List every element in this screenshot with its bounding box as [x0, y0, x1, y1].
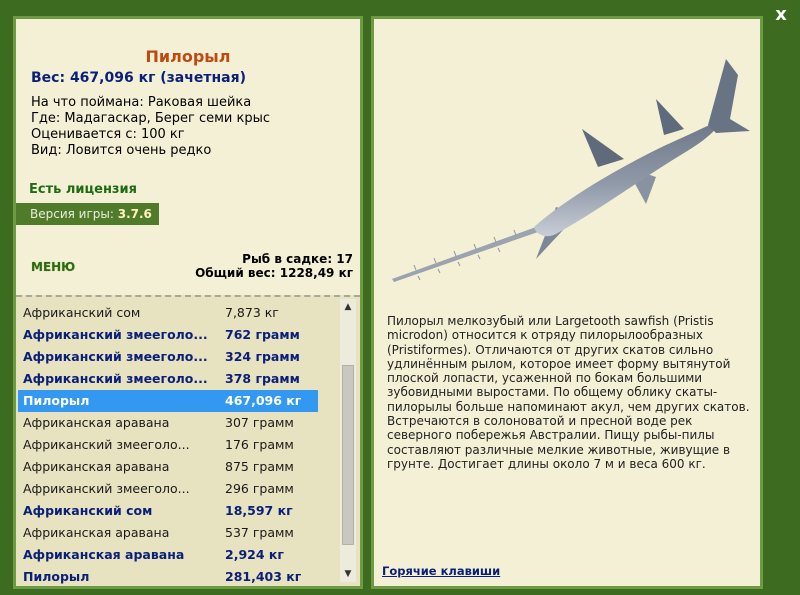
- catch-fish-weight: 324 грамм: [225, 349, 300, 364]
- chevron-up-icon: ▲: [344, 302, 352, 312]
- catch-fish-weight: 537 грамм: [225, 525, 294, 540]
- chevron-down-icon: ▼: [344, 569, 352, 579]
- catch-fish-name: Пилорыл: [23, 569, 90, 584]
- scroll-down-button[interactable]: ▼: [340, 566, 356, 582]
- fish-description-panel: Пилорыл мелкозубый или Largetooth sawfis…: [371, 16, 763, 589]
- catch-row[interactable]: Пилорыл 281,403 кг: [18, 566, 318, 586]
- fish-info-panel: Пилорыл Вес: 467,096 кг (зачетная) На чт…: [13, 16, 363, 589]
- catch-row[interactable]: Пилорыл 467,096 кг: [18, 390, 318, 412]
- catch-row[interactable]: Африканская аравана 875 грамм: [18, 456, 318, 478]
- catch-fish-name: Африканский змееголо...: [23, 327, 208, 342]
- bait-info: На что поймана: Раковая шейка: [31, 95, 252, 110]
- catch-row[interactable]: Африканский змееголо... 176 грамм: [18, 434, 318, 456]
- catch-row[interactable]: Африканский змееголо... 378 грамм: [18, 368, 318, 390]
- fish-details: Пилорыл Вес: 467,096 кг (зачетная) На чт…: [16, 19, 360, 295]
- catch-fish-name: Африканский змееголо...: [23, 437, 190, 452]
- catch-fish-weight: 176 грамм: [225, 437, 294, 452]
- catch-fish-name: Африканская аравана: [23, 547, 185, 562]
- rarity-info: Вид: Ловится очень редко: [31, 143, 212, 158]
- catch-fish-name: Африканская аравана: [23, 459, 170, 474]
- list-scrollbar[interactable]: ▲ ▼: [340, 299, 356, 582]
- catch-fish-weight: 467,096 кг: [225, 393, 302, 408]
- location-info: Где: Мадагаскар, Берег семи крыс: [31, 111, 271, 126]
- catch-fish-weight: 296 грамм: [225, 481, 294, 496]
- catch-row[interactable]: Африканский сом 18,597 кг: [18, 500, 318, 522]
- catch-row[interactable]: Африканский сом 7,873 кг: [18, 302, 318, 324]
- version-bar: Версия игры: 3.7.6: [16, 203, 159, 225]
- scroll-up-button[interactable]: ▲: [340, 299, 356, 315]
- license-status: Есть лицензия: [29, 182, 137, 197]
- hotkeys-link[interactable]: Горячие клавиши: [382, 564, 500, 578]
- value-info: Оценивается с: 100 кг: [31, 127, 185, 142]
- catch-row[interactable]: Африканская аравана 537 грамм: [18, 522, 318, 544]
- catch-row[interactable]: Африканский змееголо... 324 грамм: [18, 346, 318, 368]
- fish-name: Пилорыл: [145, 47, 231, 66]
- catch-row[interactable]: Африканский змееголо... 296 грамм: [18, 478, 318, 500]
- catch-fish-weight: 378 грамм: [225, 371, 300, 386]
- catch-fish-weight: 762 грамм: [225, 327, 300, 342]
- fish-description: Пилорыл мелкозубый или Largetooth sawfis…: [387, 314, 750, 471]
- catch-fish-name: Африканская аравана: [23, 415, 170, 430]
- catch-fish-name: Пилорыл: [23, 393, 90, 408]
- catch-list: Африканский сом 7,873 кг Африканский змеег…: [16, 295, 360, 586]
- catch-row[interactable]: Африканский змееголо... 762 грамм: [18, 324, 318, 346]
- catch-row[interactable]: Африканская аравана 2,924 кг: [18, 544, 318, 566]
- menu-button[interactable]: МЕНЮ: [31, 260, 75, 274]
- catch-fish-name: Африканский змееголо...: [23, 371, 208, 386]
- close-button[interactable]: x: [770, 4, 792, 26]
- total-weight: Общий вес: 1228,49 кг: [195, 266, 353, 280]
- catch-fish-weight: 18,597 кг: [225, 503, 293, 518]
- catch-fish-weight: 7,873 кг: [225, 305, 279, 320]
- catch-fish-weight: 875 грамм: [225, 459, 294, 474]
- catch-fish-name: Африканская аравана: [23, 525, 170, 540]
- fish-weight: Вес: 467,096 кг (зачетная): [31, 70, 246, 86]
- scroll-thumb[interactable]: [342, 365, 354, 545]
- catch-fish-name: Африканский змееголо...: [23, 481, 190, 496]
- catch-fish-name: Африканский змееголо...: [23, 349, 208, 364]
- version-number: 3.7.6: [117, 207, 152, 221]
- catch-fish-name: Африканский сом: [23, 503, 153, 518]
- catch-fish-weight: 2,924 кг: [225, 547, 284, 562]
- catch-row[interactable]: Африканская аравана 307 грамм: [18, 412, 318, 434]
- catch-fish-weight: 281,403 кг: [225, 569, 302, 584]
- version-label: Версия игры:: [30, 207, 114, 221]
- catch-fish-name: Африканский сом: [23, 305, 141, 320]
- keep-count: Рыб в садке: 17: [242, 252, 353, 266]
- sawfish-image: [392, 59, 750, 282]
- catch-fish-weight: 307 грамм: [225, 415, 294, 430]
- close-icon: x: [775, 4, 787, 25]
